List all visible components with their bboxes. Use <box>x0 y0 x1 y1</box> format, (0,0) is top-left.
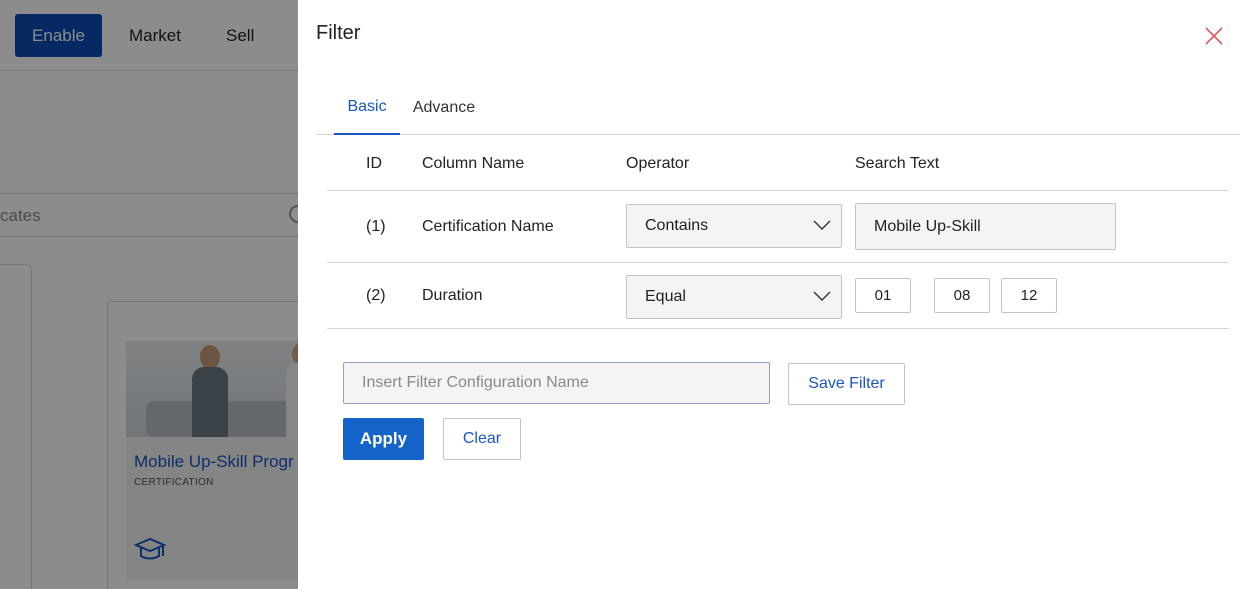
table-row: (1) Certification Name Contains Mobile U… <box>327 191 1229 263</box>
row-column-name: Duration <box>422 287 483 304</box>
operator-select[interactable]: Contains <box>626 204 842 248</box>
apply-button[interactable]: Apply <box>343 418 424 460</box>
operator-select[interactable]: Equal <box>626 275 842 319</box>
chevron-down-icon <box>813 220 831 230</box>
clear-button[interactable]: Clear <box>443 418 521 460</box>
header-column-name: Column Name <box>422 155 525 172</box>
operator-select-value: Contains <box>645 217 709 234</box>
table-row: (2) Duration Equal 01 08 12 <box>327 263 1229 329</box>
row-column-name: Certification Name <box>422 218 554 235</box>
header-operator: Operator <box>626 155 690 172</box>
duration-minutes-input[interactable]: 12 <box>1001 278 1057 313</box>
row-id: (2) <box>366 287 386 304</box>
filter-panel: Filter Basic Advance ID Column Name Oper… <box>298 0 1258 589</box>
search-text-input[interactable]: Mobile Up-Skill <box>855 203 1116 250</box>
operator-select-value: Equal <box>645 288 686 305</box>
filter-tabs: Basic Advance <box>316 88 1240 135</box>
row-id: (1) <box>366 218 386 235</box>
duration-hours-input[interactable]: 08 <box>934 278 990 313</box>
tab-advance[interactable]: Advance <box>412 88 476 135</box>
panel-title: Filter <box>316 22 361 44</box>
table-header: ID Column Name Operator Search Text <box>327 143 1229 191</box>
tab-basic[interactable]: Basic <box>334 88 400 135</box>
filter-config-name-input[interactable] <box>343 362 770 404</box>
duration-days-input[interactable]: 01 <box>855 278 911 313</box>
close-icon[interactable] <box>1204 26 1224 46</box>
header-id: ID <box>366 155 382 172</box>
chevron-down-icon <box>813 291 831 301</box>
save-filter-button[interactable]: Save Filter <box>788 363 905 405</box>
header-search-text: Search Text <box>855 155 940 172</box>
